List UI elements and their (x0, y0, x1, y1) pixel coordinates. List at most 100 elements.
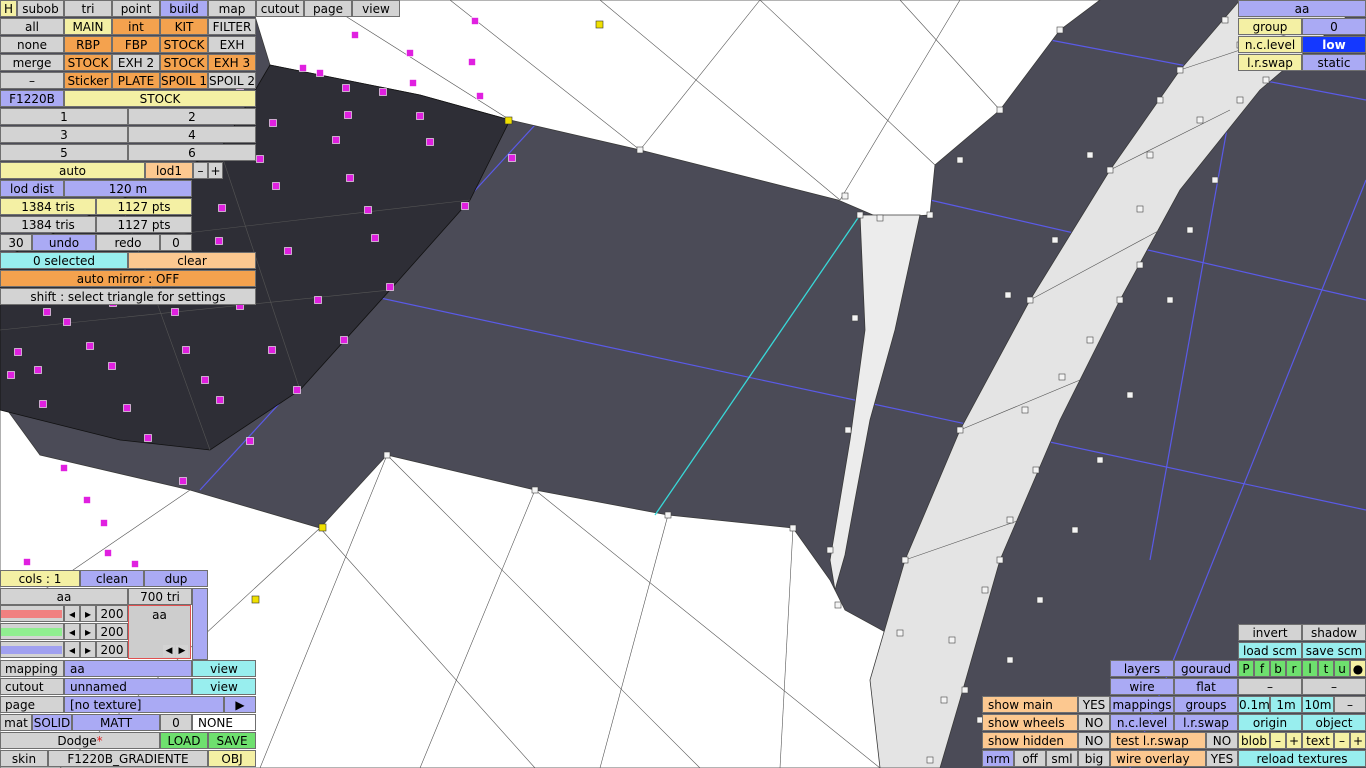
blue-value[interactable]: 200 (96, 641, 128, 658)
filter-r[interactable]: r (1286, 660, 1302, 677)
test-lr-swap-label[interactable]: test l.r.swap (1110, 732, 1206, 749)
filter-u[interactable]: u (1334, 660, 1350, 677)
merge-button[interactable]: merge (0, 54, 64, 71)
cutout-view-button[interactable]: view (192, 678, 256, 695)
load-scm-button[interactable]: load scm (1238, 642, 1302, 659)
group-int-button[interactable]: int (112, 18, 160, 35)
red-decrease-icon[interactable]: ◂ (64, 605, 80, 622)
big-button[interactable]: big (1078, 750, 1110, 767)
gouraud-button[interactable]: gouraud (1174, 660, 1238, 677)
number-button-6[interactable]: 6 (128, 144, 256, 161)
model-name[interactable]: F1220B (0, 90, 64, 107)
text-plus-button[interactable]: + (1350, 732, 1366, 749)
show-main-value[interactable]: YES (1078, 696, 1110, 713)
tab-page[interactable]: page (304, 0, 352, 17)
group-kit-button[interactable]: KIT (160, 18, 208, 35)
flat-button[interactable]: flat (1174, 678, 1238, 695)
green-slider[interactable] (0, 623, 64, 640)
page-value[interactable]: [no texture] (64, 696, 224, 713)
origin-button[interactable]: origin (1238, 714, 1302, 731)
preview-next-icon[interactable]: ▶ (176, 645, 188, 657)
test-lr-swap-value[interactable]: NO (1206, 732, 1238, 749)
lod-auto-button[interactable]: auto (0, 162, 145, 179)
tab-point[interactable]: point (112, 0, 160, 17)
groups-button[interactable]: groups (1174, 696, 1238, 713)
mapping-value[interactable]: aa (64, 660, 192, 677)
model-variant[interactable]: STOCK (64, 90, 256, 107)
group-fbp-button[interactable]: FBP (112, 36, 160, 53)
dup-button[interactable]: dup (144, 570, 208, 587)
select-all-button[interactable]: all (0, 18, 64, 35)
filter-f[interactable]: f (1254, 660, 1270, 677)
text-minus-button[interactable]: – (1334, 732, 1350, 749)
blue-slider[interactable] (0, 641, 64, 658)
nc-level-value[interactable]: low (1302, 36, 1366, 53)
filter-t[interactable]: t (1318, 660, 1334, 677)
sml-button[interactable]: sml (1046, 750, 1078, 767)
obj-button[interactable]: OBJ (208, 750, 256, 767)
blob-minus-button[interactable]: – (1270, 732, 1286, 749)
load-button[interactable]: LOAD (160, 732, 208, 749)
shadow-button[interactable]: shadow (1302, 624, 1366, 641)
dash-button[interactable]: – (0, 72, 64, 89)
dash-button-2[interactable]: – (1302, 678, 1366, 695)
page-arrow-icon[interactable]: ▶ (224, 696, 256, 713)
lod-dist-value[interactable]: 120 m (64, 180, 192, 197)
tab-cutout[interactable]: cutout (256, 0, 304, 17)
object-button[interactable]: object (1302, 714, 1366, 731)
blob-plus-button[interactable]: + (1286, 732, 1302, 749)
lr-swap-value[interactable]: static (1302, 54, 1366, 71)
show-hidden-value[interactable]: NO (1078, 732, 1110, 749)
number-button-2[interactable]: 2 (128, 108, 256, 125)
blue-increase-icon[interactable]: ▸ (80, 641, 96, 658)
filter-b[interactable]: b (1270, 660, 1286, 677)
group-spoil1-button[interactable]: SPOIL 1 (160, 72, 208, 89)
material-scroll[interactable] (192, 588, 208, 660)
group-sticker-button[interactable]: Sticker (64, 72, 112, 89)
lod-minus-button[interactable]: – (193, 162, 208, 179)
tab-subob[interactable]: subob (17, 0, 64, 17)
number-button-3[interactable]: 3 (0, 126, 128, 143)
group-main-button[interactable]: MAIN (64, 18, 112, 35)
mat-solid-button[interactable]: SOLID (32, 714, 72, 731)
mapping-view-button[interactable]: view (192, 660, 256, 677)
dist-01m-button[interactable]: 0.1m (1238, 696, 1270, 713)
filter-dot-icon[interactable]: ● (1350, 660, 1366, 677)
mat-number[interactable]: 0 (160, 714, 192, 731)
text-button[interactable]: text (1302, 732, 1334, 749)
red-slider[interactable] (0, 605, 64, 622)
cols-count[interactable]: cols : 1 (0, 570, 80, 587)
tab-tri[interactable]: tri (64, 0, 112, 17)
cutout-value[interactable]: unnamed (64, 678, 192, 695)
select-none-button[interactable]: none (0, 36, 64, 53)
save-button[interactable]: SAVE (208, 732, 256, 749)
tab-view[interactable]: view (352, 0, 400, 17)
undo-button[interactable]: undo (32, 234, 96, 251)
save-scm-button[interactable]: save scm (1302, 642, 1366, 659)
green-value[interactable]: 200 (96, 623, 128, 640)
group-exh-button[interactable]: EXH (208, 36, 256, 53)
wire-overlay-value[interactable]: YES (1206, 750, 1238, 767)
group-plate-button[interactable]: PLATE (112, 72, 160, 89)
filter-l[interactable]: l (1302, 660, 1318, 677)
blob-button[interactable]: blob (1238, 732, 1270, 749)
wire-button[interactable]: wire (1110, 678, 1174, 695)
reload-textures-button[interactable]: reload textures (1238, 750, 1366, 767)
clean-button[interactable]: clean (80, 570, 144, 587)
dist-1m-button[interactable]: 1m (1270, 696, 1302, 713)
nc-level-button[interactable]: n.c.level (1110, 714, 1174, 731)
group-exh2-button[interactable]: EXH 2 (112, 54, 160, 71)
green-increase-icon[interactable]: ▸ (80, 623, 96, 640)
number-button-5[interactable]: 5 (0, 144, 128, 161)
show-hidden-label[interactable]: show hidden (982, 732, 1078, 749)
dist-10m-button[interactable]: 10m (1302, 696, 1334, 713)
wire-overlay-label[interactable]: wire overlay (1110, 750, 1206, 767)
off-button[interactable]: off (1014, 750, 1046, 767)
show-wheels-label[interactable]: show wheels (982, 714, 1078, 731)
lod-current[interactable]: lod1 (145, 162, 193, 179)
show-main-label[interactable]: show main (982, 696, 1078, 713)
tab-build[interactable]: build (160, 0, 208, 17)
dist-minus-button[interactable]: – (1334, 696, 1366, 713)
number-button-1[interactable]: 1 (0, 108, 128, 125)
group-stock-3-button[interactable]: STOCK (160, 54, 208, 71)
